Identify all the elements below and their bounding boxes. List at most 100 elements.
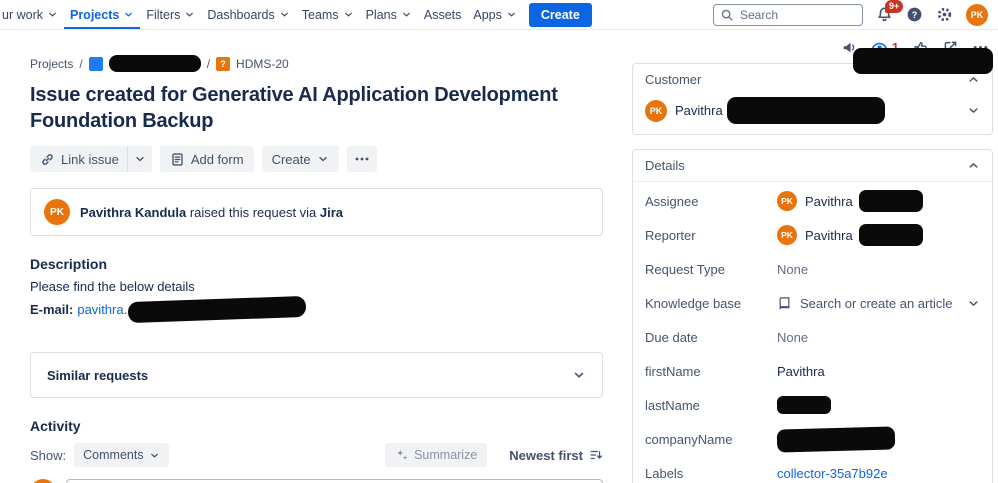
avatar: PK [777,191,797,211]
sort-icon [590,450,603,460]
redacted-content [853,48,993,74]
sort-label: Newest first [509,447,583,463]
nav-item-label: Plans [365,7,397,22]
more-actions-button[interactable] [346,146,377,172]
customer-heading: Customer [645,72,702,87]
nav-item-filters[interactable]: Filters [140,0,201,29]
request-banner-text: Pavithra Kandula raised this request via… [80,205,343,220]
gear-icon [937,7,952,22]
comment-input[interactable]: @ [66,479,603,483]
nav-item-label: Apps [473,7,502,22]
field-label: lastName [645,397,700,413]
breadcrumb: Projects / / ? HDMS-20 [30,55,603,72]
breadcrumb-separator: / [206,56,211,71]
notifications-button[interactable]: 9+ [876,0,904,23]
details-fields: Assignee PK Pavithra Reporter PK Pavithr… [633,182,992,483]
redacted-reporter-surname [858,224,923,246]
redacted-project-name [108,55,201,72]
email-row: E-mail: pavithra. [30,295,603,324]
show-label: Show: [30,447,67,463]
request-type-icon: ? [216,56,231,71]
breadcrumb-issue-key[interactable]: HDMS-20 [236,57,289,71]
create-dropdown-button[interactable]: Create [261,146,339,172]
nav-item-plans[interactable]: Plans [360,0,418,29]
chevron-down-icon [969,300,978,306]
redacted-last-name [777,396,831,414]
similar-requests-label: Similar requests [47,367,149,383]
redacted-customer-name [726,97,885,124]
create-button[interactable]: Create [528,2,592,27]
label-link[interactable]: collector-35a7b92e [777,466,888,481]
assignee-value[interactable]: PK Pavithra [777,190,980,212]
svg-text:?: ? [912,10,918,20]
field-row-first-name: firstName Pavithra [645,354,980,388]
chevron-down-icon [186,12,194,17]
breadcrumb-separator: / [79,56,83,71]
help-button[interactable]: ? [906,6,923,23]
redacted-email [127,295,307,324]
email-link[interactable]: pavithra. [77,302,127,317]
company-name-value[interactable] [776,425,980,453]
nav-item-your-work[interactable]: ur work [0,0,64,29]
nav-item-label: Assets [423,7,462,22]
sort-order-button[interactable]: Newest first [509,448,603,463]
due-date-text: None [777,329,809,345]
sparkle-icon [397,449,408,460]
breadcrumb-projects-link[interactable]: Projects [30,57,73,71]
redacted-assignee-surname [858,190,923,212]
issue-sidebar: 1 Customer PK Pavithra [632,30,993,483]
nav-item-apps[interactable]: Apps [467,0,523,29]
link-issue-dropdown-button[interactable] [126,146,152,172]
nav-item-label: ur work [2,7,43,22]
similar-requests-panel[interactable]: Similar requests [30,352,603,398]
knowledge-base-value[interactable]: Search or create an article [777,296,980,311]
description-heading: Description [30,256,108,272]
search-input[interactable] [713,3,863,26]
ellipsis-icon [355,157,368,161]
add-form-label: Add form [190,151,244,167]
labels-value[interactable]: collector-35a7b92e [777,466,980,481]
reporter-value[interactable]: PK Pavithra [777,224,980,246]
requester-name: Pavithra Kandula [80,204,187,220]
nav-item-label: Projects [69,7,120,22]
user-avatar[interactable]: PK [966,3,988,26]
field-row-due-date: Due date None [645,320,980,354]
customer-selector[interactable]: PK Pavithra [633,95,992,134]
comments-filter-label: Comments [83,448,144,462]
nav-item-teams[interactable]: Teams [296,0,360,29]
chevron-down-icon [136,156,144,162]
nav-item-label: Filters [146,7,181,22]
field-label: Reporter [645,227,696,243]
last-name-value[interactable] [777,396,980,414]
due-date-value[interactable]: None [777,330,980,345]
settings-button[interactable] [936,6,953,23]
first-name-value[interactable]: Pavithra [777,364,980,379]
form-icon [172,152,183,166]
field-label: Assignee [645,193,699,209]
field-row-last-name: lastName [645,388,980,422]
link-icon [42,153,53,165]
customer-name: Pavithra [675,103,723,118]
link-issue-button[interactable]: Link issue [30,146,127,172]
nav-item-assets[interactable]: Assets [418,0,468,29]
chevron-down-icon [280,12,288,17]
chevron-down-icon [574,372,584,378]
comments-filter-button[interactable]: Comments [74,443,169,467]
add-form-button[interactable]: Add form [159,146,254,172]
details-panel-header[interactable]: Details [633,150,992,182]
chevron-down-icon [403,12,410,17]
request-type-value[interactable]: None [777,262,980,277]
global-search [713,3,863,26]
chevron-down-icon [49,12,56,17]
activity-heading: Activity [30,418,81,434]
banner-middle-text: raised this request via [189,204,317,220]
chevron-down-icon [150,453,158,457]
field-row-labels: Labels collector-35a7b92e [645,456,980,483]
nav-item-projects[interactable]: Projects [64,0,140,29]
avatar: PK [30,479,56,483]
nav-item-dashboards[interactable]: Dashboards [201,0,295,29]
summarize-button[interactable]: Summarize [385,443,488,467]
knowledge-base-text: Search or create an article [800,295,953,311]
field-label: Due date [645,329,698,345]
summarize-label: Summarize [414,448,478,462]
